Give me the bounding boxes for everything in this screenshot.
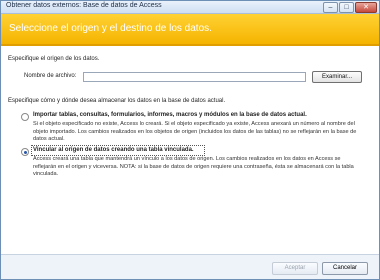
close-button[interactable]: ✕ <box>355 2 377 13</box>
import-radio[interactable] <box>21 113 29 121</box>
source-instruction: Especifique el origen de los datos. <box>8 56 100 62</box>
title-bar: Obtener datos externos: Base de datos de… <box>1 1 379 14</box>
link-option-title: Vincular al origen de datos creando una … <box>33 147 194 153</box>
import-option-description: Si el objeto especificado no existe, Acc… <box>33 121 357 142</box>
window-title: Obtener datos externos: Base de datos de… <box>6 2 162 9</box>
import-option-title: Importar tablas, consultas, formularios,… <box>33 112 307 118</box>
link-radio[interactable] <box>21 148 29 156</box>
maximize-button[interactable]: □ <box>339 2 354 13</box>
browse-button[interactable]: Examinar... <box>312 71 362 83</box>
accept-button[interactable]: Aceptar <box>272 262 318 275</box>
link-option-description: Access creará una tabla que mantendrá un… <box>33 156 354 177</box>
dialog-content: Especifique el origen de los datos. Nomb… <box>1 46 379 254</box>
file-name-label: Nombre de archivo: <box>24 73 77 79</box>
dialog-header: Seleccione el origen y el destino de los… <box>1 14 379 46</box>
cancel-button[interactable]: Cancelar <box>322 262 368 275</box>
dialog-window: Obtener datos externos: Base de datos de… <box>0 0 380 280</box>
header-title: Seleccione el origen y el destino de los… <box>9 23 212 34</box>
footer-divider <box>1 254 379 255</box>
minimize-button[interactable]: – <box>323 2 338 13</box>
file-name-input[interactable] <box>83 72 306 82</box>
destination-instruction: Especifique cómo y dónde desea almacenar… <box>8 98 226 104</box>
